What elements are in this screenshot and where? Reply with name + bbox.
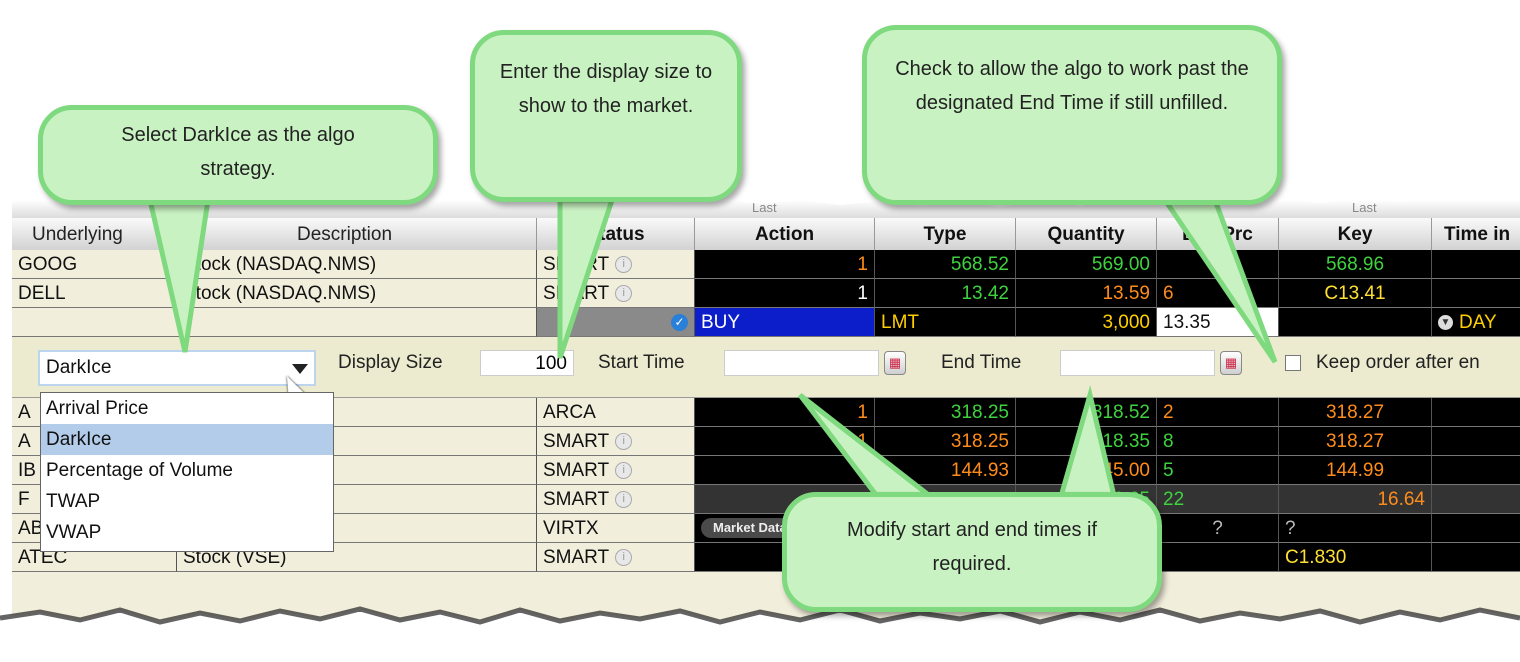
callout-tail-end (1056, 385, 1119, 503)
callout-tail-start (798, 393, 943, 503)
callout-times: Modify start and end times if required. (782, 492, 1162, 612)
callout-algo: Select DarkIce as the algo strategy. (38, 105, 438, 205)
callout-keep-order: Check to allow the algo to work past the… (862, 25, 1282, 205)
callout-tails (146, 197, 1278, 503)
screenshot-stage: Last Last Underlying Description Status … (0, 0, 1520, 662)
callout-tail-display (557, 197, 616, 359)
callout-display-size: Enter the display size to show to the ma… (470, 30, 742, 202)
callout-tail-algo (146, 197, 211, 353)
callout-tail-keep (1160, 197, 1278, 364)
